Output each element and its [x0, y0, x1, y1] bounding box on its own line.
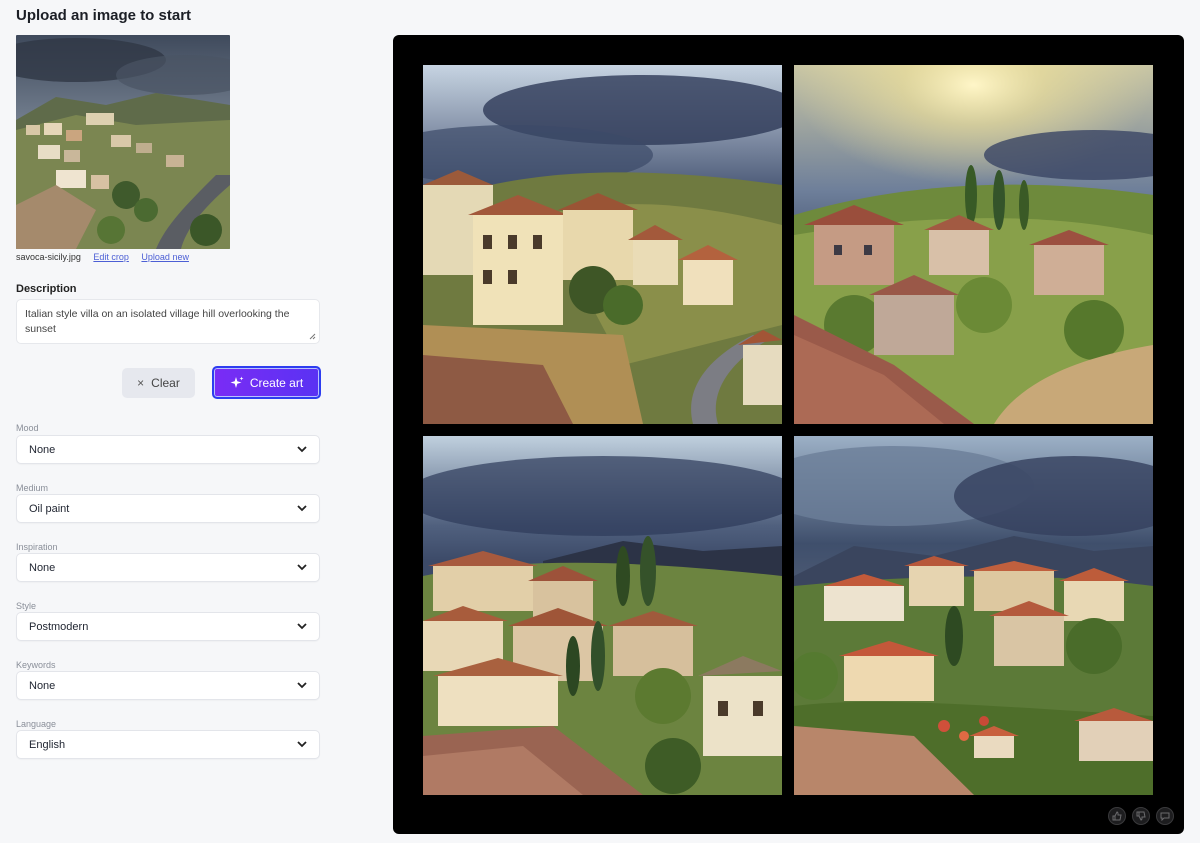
medium-value: Oil paint — [29, 502, 70, 515]
left-panel: Upload an image to start savoca-sicily.j… — [0, 0, 340, 843]
uploaded-image-thumbnail[interactable] — [16, 35, 230, 249]
generated-image-3[interactable] — [423, 436, 782, 795]
clear-button[interactable]: × Clear — [122, 368, 195, 398]
clear-button-label: Clear — [151, 376, 180, 390]
language-label: Language — [16, 719, 57, 729]
language-select[interactable]: English — [16, 730, 320, 759]
filename: savoca-sicily.jpg — [16, 252, 81, 262]
keywords-select[interactable]: None — [16, 671, 320, 700]
chevron-down-icon — [297, 682, 307, 689]
mood-select[interactable]: None — [16, 435, 320, 464]
keywords-label: Keywords — [16, 660, 56, 670]
page-title: Upload an image to start — [16, 7, 192, 24]
create-art-button[interactable]: Create art — [212, 366, 321, 399]
mood-label: Mood — [16, 423, 39, 433]
file-info-row: savoca-sicily.jpg Edit crop Upload new — [16, 252, 189, 262]
mood-value: None — [29, 443, 56, 456]
sparkle-icon — [230, 376, 244, 388]
chevron-down-icon — [297, 505, 307, 512]
comment-icon[interactable] — [1156, 807, 1174, 825]
resize-grip-icon[interactable] — [309, 333, 316, 340]
language-value: English — [29, 738, 66, 751]
keywords-value: None — [29, 679, 56, 692]
edit-crop-link[interactable]: Edit crop — [93, 252, 129, 262]
chevron-down-icon — [297, 564, 307, 571]
inspiration-select[interactable]: None — [16, 553, 320, 582]
results-gallery — [393, 35, 1184, 834]
chevron-down-icon — [297, 623, 307, 630]
medium-select[interactable]: Oil paint — [16, 494, 320, 523]
style-label: Style — [16, 601, 37, 611]
description-label: Description — [16, 283, 77, 295]
close-icon: × — [137, 376, 145, 390]
generated-image-4[interactable] — [794, 436, 1153, 795]
generated-image-1[interactable] — [423, 65, 782, 424]
description-textarea[interactable]: Italian style villa on an isolated villa… — [16, 299, 320, 344]
chevron-down-icon — [297, 446, 307, 453]
chevron-down-icon — [297, 741, 307, 748]
generated-image-2[interactable] — [794, 65, 1153, 424]
medium-label: Medium — [16, 483, 49, 493]
like-icon[interactable] — [1108, 807, 1126, 825]
style-value: Postmodern — [29, 620, 89, 633]
style-select[interactable]: Postmodern — [16, 612, 320, 641]
upload-new-link[interactable]: Upload new — [141, 252, 189, 262]
description-text: Italian style villa on an isolated villa… — [25, 308, 290, 335]
create-art-label: Create art — [249, 375, 304, 390]
inspiration-label: Inspiration — [16, 542, 58, 552]
inspiration-value: None — [29, 561, 56, 574]
dislike-icon[interactable] — [1132, 807, 1150, 825]
